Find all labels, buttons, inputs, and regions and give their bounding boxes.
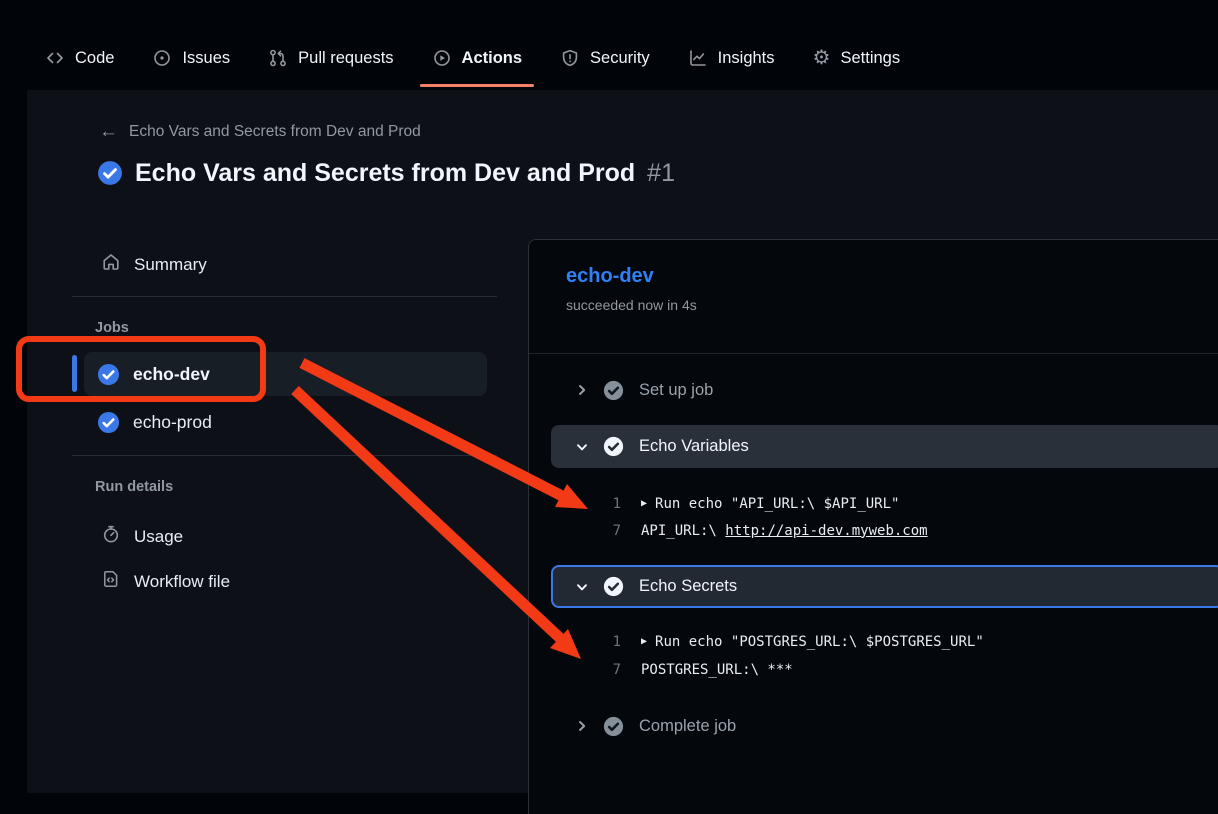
log-job-name[interactable]: echo-dev [566, 265, 1181, 288]
nav-tab-issues[interactable]: Issues [152, 46, 230, 70]
step-label: Complete job [639, 717, 736, 736]
log-output-text: POSTGRES_URL:\ *** [641, 662, 793, 678]
page-title: Echo Vars and Secrets from Dev and Prod [135, 159, 635, 188]
nav-label-issues: Issues [182, 49, 230, 68]
repo-nav: Code Issues Pull requests Actions Securi… [0, 0, 1218, 90]
job-success-check-icon [97, 363, 120, 386]
chevron-down-icon[interactable] [574, 439, 590, 455]
step-label: Echo Variables [639, 437, 749, 456]
log-command-text: Run echo "POSTGRES_URL:\ $POSTGRES_URL" [655, 634, 984, 650]
code-file-icon [101, 569, 121, 594]
job-name-echo-dev: echo-dev [133, 364, 210, 385]
log-line: 7 API_URL:\ http://api-dev.myweb.com [529, 517, 1218, 544]
success-check-icon [97, 160, 123, 186]
step-complete-job[interactable]: Complete job [529, 712, 1218, 740]
play-circle-icon [432, 48, 452, 68]
sidebar-usage-label: Usage [134, 527, 183, 547]
chevron-down-icon[interactable] [574, 579, 590, 595]
nav-tab-insights[interactable]: Insights [688, 46, 775, 70]
step-success-check-icon [603, 380, 624, 401]
step-label: Echo Secrets [639, 577, 737, 596]
expander-triangle-icon[interactable]: ▶ [641, 636, 647, 647]
sidebar-divider [72, 455, 497, 456]
nav-tab-pull-requests[interactable]: Pull requests [268, 46, 393, 70]
run-title-row: Echo Vars and Secrets from Dev and Prod … [97, 158, 675, 188]
stopwatch-icon [101, 524, 121, 549]
issue-icon [152, 48, 172, 68]
step-success-check-icon [603, 436, 624, 457]
nav-label-security: Security [590, 49, 650, 68]
log-line: 7 POSTGRES_URL:\ *** [529, 656, 1218, 683]
run-number: #1 [647, 159, 675, 188]
job-success-check-icon [97, 411, 120, 434]
sidebar-item-workflow-file[interactable]: Workflow file [101, 569, 230, 594]
log-line-number[interactable]: 1 [529, 496, 621, 512]
log-command-text: Run echo "API_URL:\ $API_URL" [655, 496, 899, 512]
selected-job-accent-bar [72, 355, 77, 392]
sidebar-job-echo-dev[interactable]: echo-dev [84, 352, 487, 396]
sidebar-item-usage[interactable]: Usage [101, 524, 183, 549]
log-header: echo-dev succeeded now in 4s [529, 240, 1218, 313]
step-echo-secrets[interactable]: Echo Secrets [551, 565, 1218, 608]
step-echo-variables[interactable]: Echo Variables [551, 425, 1218, 468]
run-details-section-label: Run details [95, 479, 173, 495]
step-label: Set up job [639, 381, 713, 400]
log-line: 1 ▶ Run echo "POSTGRES_URL:\ $POSTGRES_UR… [529, 628, 1218, 655]
chevron-right-icon[interactable] [574, 382, 590, 398]
sidebar-workflow-file-label: Workflow file [134, 572, 230, 592]
graph-icon [688, 48, 708, 68]
nav-label-insights: Insights [718, 49, 775, 68]
chevron-right-icon[interactable] [574, 718, 590, 734]
job-name-echo-prod: echo-prod [133, 412, 212, 433]
nav-label-settings: Settings [840, 49, 900, 68]
sidebar-item-summary[interactable]: Summary [101, 252, 207, 277]
log-line-number[interactable]: 1 [529, 634, 621, 650]
sidebar-job-echo-prod[interactable]: echo-prod [84, 404, 212, 440]
back-arrow-icon[interactable]: ← [99, 123, 118, 141]
nav-tab-actions[interactable]: Actions [432, 46, 523, 70]
breadcrumb[interactable]: ← Echo Vars and Secrets from Dev and Pro… [99, 122, 421, 142]
home-icon [101, 252, 121, 277]
nav-tab-settings[interactable]: ⚙ Settings [813, 46, 901, 70]
step-success-check-icon [603, 576, 624, 597]
log-output-text: API_URL:\ [641, 523, 725, 539]
code-icon [45, 48, 65, 68]
nav-tab-security[interactable]: Security [560, 46, 650, 70]
job-log-panel: echo-dev succeeded now in 4s Set up job … [528, 239, 1218, 814]
sidebar-summary-label: Summary [134, 255, 207, 275]
nav-label-pull-requests: Pull requests [298, 49, 393, 68]
step-set-up-job[interactable]: Set up job [529, 376, 1218, 404]
shield-icon [560, 48, 580, 68]
expander-triangle-icon[interactable]: ▶ [641, 498, 647, 509]
log-line-number[interactable]: 7 [529, 523, 621, 539]
log-output-link[interactable]: http://api-dev.myweb.com [725, 523, 927, 539]
pull-request-icon [268, 48, 288, 68]
nav-label-actions: Actions [462, 49, 523, 68]
log-line-number[interactable]: 7 [529, 662, 621, 678]
nav-label-code: Code [75, 49, 114, 68]
breadcrumb-workflow-name[interactable]: Echo Vars and Secrets from Dev and Prod [129, 123, 421, 141]
log-line: 1 ▶ Run echo "API_URL:\ $API_URL" [529, 490, 1218, 517]
jobs-section-label: Jobs [95, 320, 129, 336]
gear-icon: ⚙ [813, 49, 831, 67]
sidebar-divider [72, 296, 497, 297]
step-success-check-icon [603, 716, 624, 737]
log-header-divider [529, 353, 1218, 354]
job-status-text: succeeded now in 4s [566, 297, 1181, 313]
nav-tab-code[interactable]: Code [45, 46, 114, 70]
